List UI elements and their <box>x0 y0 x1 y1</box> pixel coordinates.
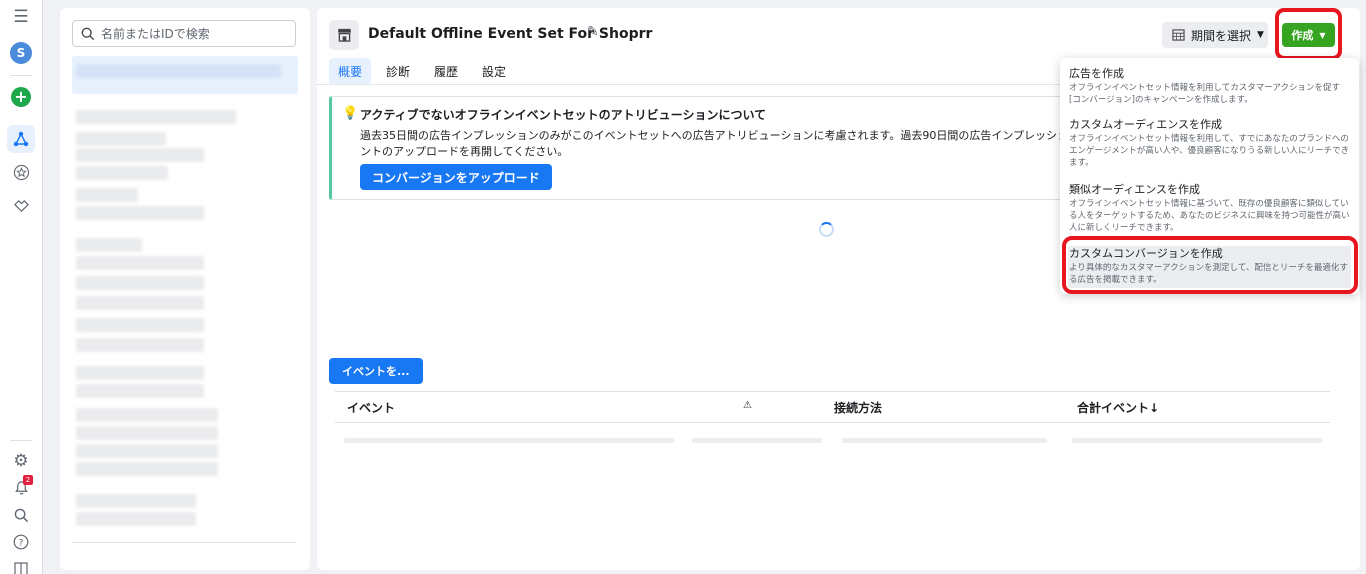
account-avatar[interactable]: S <box>7 39 35 67</box>
event-set-list-panel <box>60 8 310 570</box>
period-select-button[interactable]: 期間を選択 ▼ <box>1162 22 1268 48</box>
list-item-blurred[interactable] <box>76 408 218 422</box>
list-item-blurred <box>76 64 281 78</box>
list-item-blurred[interactable] <box>76 384 204 398</box>
tab-history[interactable]: 履歴 <box>425 58 467 85</box>
notification-badge: 2 <box>23 475 33 485</box>
upload-conversions-button[interactable]: コンバージョンをアップロード <box>360 164 552 190</box>
list-item-blurred[interactable] <box>76 166 168 180</box>
highlight-box-custom-conversion <box>1062 236 1358 294</box>
list-item-blurred[interactable] <box>76 366 204 380</box>
store-icon <box>329 20 359 50</box>
notifications-bell-icon[interactable]: 2 <box>7 474 35 502</box>
lightbulb-icon: 💡 <box>342 106 359 121</box>
column-header-total-events[interactable]: 合計イベント↓ <box>1077 399 1159 416</box>
events-button[interactable]: イベントを... <box>329 358 423 384</box>
hamburger-menu-icon[interactable]: ☰ <box>7 3 35 31</box>
help-icon[interactable]: ? <box>7 528 35 556</box>
edit-pencil-icon[interactable]: ✎ <box>587 24 599 40</box>
list-item-blurred[interactable] <box>76 318 204 332</box>
chevron-down-icon: ▼ <box>1257 30 1264 40</box>
calendar-icon <box>1172 29 1185 41</box>
tab-bar: 概要 診断 履歴 設定 <box>329 58 515 85</box>
events-manager-icon[interactable] <box>7 125 35 153</box>
list-item-blurred[interactable] <box>76 338 204 352</box>
star-icon[interactable] <box>7 158 35 186</box>
settings-gear-icon[interactable]: ⚙ <box>7 447 35 475</box>
rail-divider <box>10 75 32 76</box>
search-box[interactable] <box>72 20 296 47</box>
table-row-placeholder <box>692 438 822 443</box>
column-header-connection[interactable]: 接続方法 <box>834 399 882 416</box>
search-icon <box>81 27 95 40</box>
list-item-blurred[interactable] <box>76 238 142 252</box>
highlight-box-create <box>1275 8 1342 60</box>
list-item-blurred[interactable] <box>76 276 204 290</box>
list-item-blurred[interactable] <box>76 132 166 146</box>
search-input[interactable] <box>101 26 281 41</box>
search-icon[interactable] <box>7 501 35 529</box>
notice-title: アクティブでないオフラインイベントセットのアトリビューションについて <box>360 108 767 122</box>
list-item-blurred[interactable] <box>76 256 204 270</box>
list-item-blurred[interactable] <box>76 206 204 220</box>
table-row-placeholder <box>344 438 674 443</box>
list-item-blurred[interactable] <box>76 148 204 162</box>
list-item-blurred[interactable] <box>76 494 196 508</box>
panel-toggle-icon[interactable] <box>7 555 35 574</box>
table-divider <box>335 422 1330 423</box>
list-item-blurred[interactable] <box>76 462 218 476</box>
list-item-blurred[interactable] <box>76 426 218 440</box>
list-item-blurred[interactable] <box>76 110 236 124</box>
list-item-blurred[interactable] <box>76 296 204 310</box>
tab-diagnostics[interactable]: 診断 <box>377 58 419 85</box>
list-item-blurred[interactable] <box>76 512 196 526</box>
left-nav-rail: ☰ S + ⚙ 2 ? <box>0 0 43 574</box>
notice-body: 過去35日間の広告インプレッションのみがこのイベントセットへの広告アトリビューシ… <box>360 129 1092 158</box>
table-row-placeholder <box>1072 438 1322 443</box>
inactive-attribution-notice: 💡 アクティブでないオフラインイベントセットのアトリビューションについて 過去3… <box>329 96 1092 200</box>
partner-handshake-icon[interactable] <box>7 192 35 220</box>
page-title: Default Offline Event Set For Shoprr <box>368 26 653 42</box>
loading-spinner <box>819 222 834 237</box>
list-divider <box>72 542 296 543</box>
create-plus-icon[interactable]: + <box>7 83 35 111</box>
tab-settings[interactable]: 設定 <box>473 58 515 85</box>
tab-overview[interactable]: 概要 <box>329 58 372 85</box>
table-divider <box>335 391 1330 392</box>
column-header-event[interactable]: イベント <box>347 399 395 416</box>
list-item-blurred[interactable] <box>76 444 218 458</box>
menu-item-create-ad[interactable]: 広告を作成 オフラインイベントセット情報を利用してカスタマーアクションを促す[コ… <box>1068 66 1351 106</box>
list-item-blurred[interactable] <box>76 188 138 202</box>
menu-item-create-lookalike-audience[interactable]: 類似オーディエンスを作成 オフラインイベントセット情報に基づいて、既存の優良顧客… <box>1068 182 1351 234</box>
rail-divider <box>10 440 32 441</box>
period-select-label: 期間を選択 <box>1191 28 1252 43</box>
warning-icon[interactable]: ⚠ <box>743 400 752 411</box>
table-row-placeholder <box>842 438 1047 443</box>
svg-text:?: ? <box>19 539 24 549</box>
menu-item-create-custom-audience[interactable]: カスタムオーディエンスを作成 オフラインイベントセット情報を利用して、すでにあな… <box>1068 117 1351 169</box>
